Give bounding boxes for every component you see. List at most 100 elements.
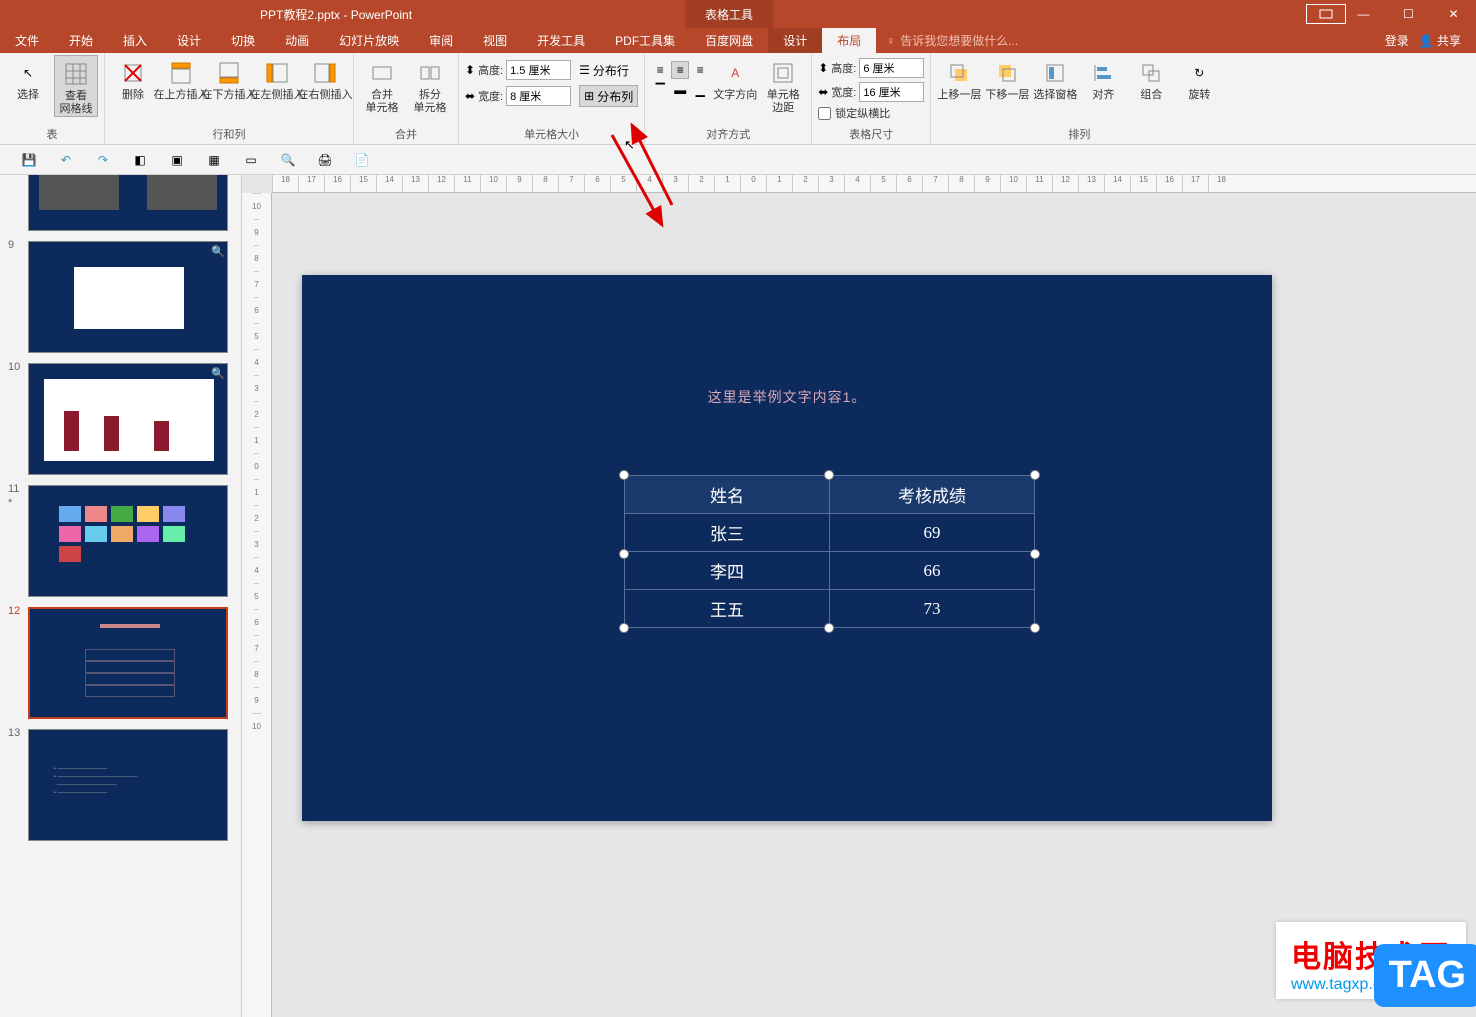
merge-cells-button[interactable]: 合并 单元格 — [360, 55, 404, 115]
align-bottom-button[interactable]: ▁ — [691, 81, 709, 99]
resize-handle[interactable] — [1030, 623, 1040, 633]
undo-button[interactable]: ↶ — [55, 149, 77, 171]
qat-btn-7[interactable]: 📄 — [351, 149, 373, 171]
table-cell[interactable]: 66 — [830, 552, 1035, 590]
table-header-cell[interactable]: 考核成绩 — [830, 476, 1035, 514]
zoom-icon[interactable]: 🔍 — [211, 245, 225, 258]
close-button[interactable]: ✕ — [1431, 0, 1476, 28]
resize-handle[interactable] — [1030, 470, 1040, 480]
insert-below-button[interactable]: 在下方插入 — [207, 55, 251, 102]
slide-editor[interactable]: 1817161514131211109876543210123456789101… — [242, 175, 1476, 1017]
tab-design[interactable]: 设计 — [162, 28, 216, 53]
table-cell[interactable]: 王五 — [625, 590, 830, 628]
forward-icon — [943, 57, 975, 89]
col-width-input[interactable] — [506, 86, 571, 106]
resize-handle[interactable] — [824, 623, 834, 633]
group-objects-button[interactable]: 组合 — [1129, 55, 1173, 102]
lock-aspect-checkbox[interactable]: 锁定纵横比 — [818, 105, 890, 121]
slide-canvas[interactable]: 这里是举例文字内容1。 姓名考核成绩 张三69 李四66 王五73 — [302, 275, 1272, 821]
thumbnail-8[interactable] — [10, 175, 231, 231]
group-label: 对齐方式 — [706, 124, 750, 144]
row-height-input[interactable] — [506, 60, 571, 80]
tell-me[interactable]: ♀告诉我您想要做什么... — [886, 32, 1018, 49]
row-height-icon: ⬍ — [465, 63, 475, 77]
tab-file[interactable]: 文件 — [0, 28, 54, 53]
qat-btn-5[interactable]: 🔍 — [277, 149, 299, 171]
share-button[interactable]: 👤 共享 — [1419, 32, 1461, 49]
tab-table-layout[interactable]: 布局 — [822, 28, 876, 53]
qat-btn-6[interactable]: 🖨 — [314, 149, 336, 171]
thumbnail-10[interactable]: 10🔍 — [10, 363, 231, 475]
resize-handle[interactable] — [619, 623, 629, 633]
distribute-columns-button[interactable]: ⊞分布列 — [579, 85, 638, 107]
margins-icon — [767, 57, 799, 89]
rotate-button[interactable]: ↻旋转 — [1177, 55, 1221, 102]
delete-button[interactable]: 删除 — [111, 55, 155, 102]
table-cell[interactable]: 张三 — [625, 514, 830, 552]
align-middle-button[interactable]: ▬ — [671, 81, 689, 99]
thumbnail-11[interactable]: 11* — [10, 485, 231, 597]
table-height-input[interactable] — [859, 58, 924, 78]
distribute-rows-button[interactable]: ☰分布行 — [579, 59, 629, 81]
table-cell[interactable]: 73 — [830, 590, 1035, 628]
zoom-icon[interactable]: 🔍 — [211, 367, 225, 380]
view-gridlines-button[interactable]: 查看 网格线 — [54, 55, 98, 117]
tab-insert[interactable]: 插入 — [108, 28, 162, 53]
slide-thumbnails-pane[interactable]: 9🔍 10🔍 11* 12 13• ——————————• ——————————… — [0, 175, 242, 1017]
vertical-ruler: 10987654321012345678910 — [242, 193, 272, 1017]
dist-rows-icon: ☰ — [579, 63, 590, 77]
table-cell[interactable]: 69 — [830, 514, 1035, 552]
align-objects-button[interactable]: 对齐 — [1081, 55, 1125, 102]
tab-slideshow[interactable]: 幻灯片放映 — [324, 28, 414, 53]
table-object[interactable]: 姓名考核成绩 张三69 李四66 王五73 — [624, 475, 1035, 628]
thumbnail-13[interactable]: 13• ——————————• ———————————————— ———————… — [10, 729, 231, 841]
align-center-button[interactable]: ≡ — [671, 61, 689, 79]
bring-forward-button[interactable]: 上移一层 — [937, 55, 981, 102]
redo-button[interactable]: ↷ — [92, 149, 114, 171]
table-width-input[interactable] — [859, 82, 924, 102]
resize-handle[interactable] — [619, 470, 629, 480]
selection-pane-button[interactable]: 选择窗格 — [1033, 55, 1077, 102]
tab-review[interactable]: 审阅 — [414, 28, 468, 53]
maximize-button[interactable]: ☐ — [1386, 0, 1431, 28]
align-top-button[interactable]: ▔ — [651, 81, 669, 99]
select-button[interactable]: ↖选择 — [6, 55, 50, 102]
split-cells-button[interactable]: 拆分 单元格 — [408, 55, 452, 115]
text-direction-button[interactable]: A文字方向 — [713, 55, 757, 102]
tab-transitions[interactable]: 切换 — [216, 28, 270, 53]
merge-icon — [366, 57, 398, 89]
align-left-button[interactable]: ≡ — [651, 61, 669, 79]
group-icon — [1135, 57, 1167, 89]
qat-btn-4[interactable]: ▭ — [240, 149, 262, 171]
qat-btn-2[interactable]: ▣ — [166, 149, 188, 171]
qat-btn-3[interactable]: ▦ — [203, 149, 225, 171]
insert-above-button[interactable]: 在上方插入 — [159, 55, 203, 102]
text-dir-icon: A — [719, 57, 751, 89]
tab-pdf[interactable]: PDF工具集 — [600, 28, 690, 53]
thumbnail-12[interactable]: 12 — [10, 607, 231, 719]
save-button[interactable]: 💾 — [18, 149, 40, 171]
login-link[interactable]: 登录 — [1385, 32, 1409, 49]
slide-title-text[interactable]: 这里是举例文字内容1。 — [302, 387, 1272, 407]
resize-handle[interactable] — [824, 470, 834, 480]
send-backward-button[interactable]: 下移一层 — [985, 55, 1029, 102]
resize-handle[interactable] — [1030, 549, 1040, 559]
insert-right-button[interactable]: 在右侧插入 — [303, 55, 347, 102]
table-cell[interactable]: 李四 — [625, 552, 830, 590]
ribbon-display-icon[interactable] — [1306, 4, 1346, 24]
qat-btn-1[interactable]: ◧ — [129, 149, 151, 171]
thumbnail-9[interactable]: 9🔍 — [10, 241, 231, 353]
tab-home[interactable]: 开始 — [54, 28, 108, 53]
table-header-cell[interactable]: 姓名 — [625, 476, 830, 514]
cell-margins-button[interactable]: 单元格 边距 — [761, 55, 805, 115]
tab-view[interactable]: 视图 — [468, 28, 522, 53]
insert-left-button[interactable]: 在左侧插入 — [255, 55, 299, 102]
minimize-button[interactable]: — — [1341, 0, 1386, 28]
tab-developer[interactable]: 开发工具 — [522, 28, 600, 53]
tab-table-design[interactable]: 设计 — [768, 28, 822, 53]
align-right-button[interactable]: ≡ — [691, 61, 709, 79]
tab-baidu[interactable]: 百度网盘 — [690, 28, 768, 53]
resize-handle[interactable] — [619, 549, 629, 559]
tab-animations[interactable]: 动画 — [270, 28, 324, 53]
cursor-icon: ↖ — [12, 57, 44, 89]
